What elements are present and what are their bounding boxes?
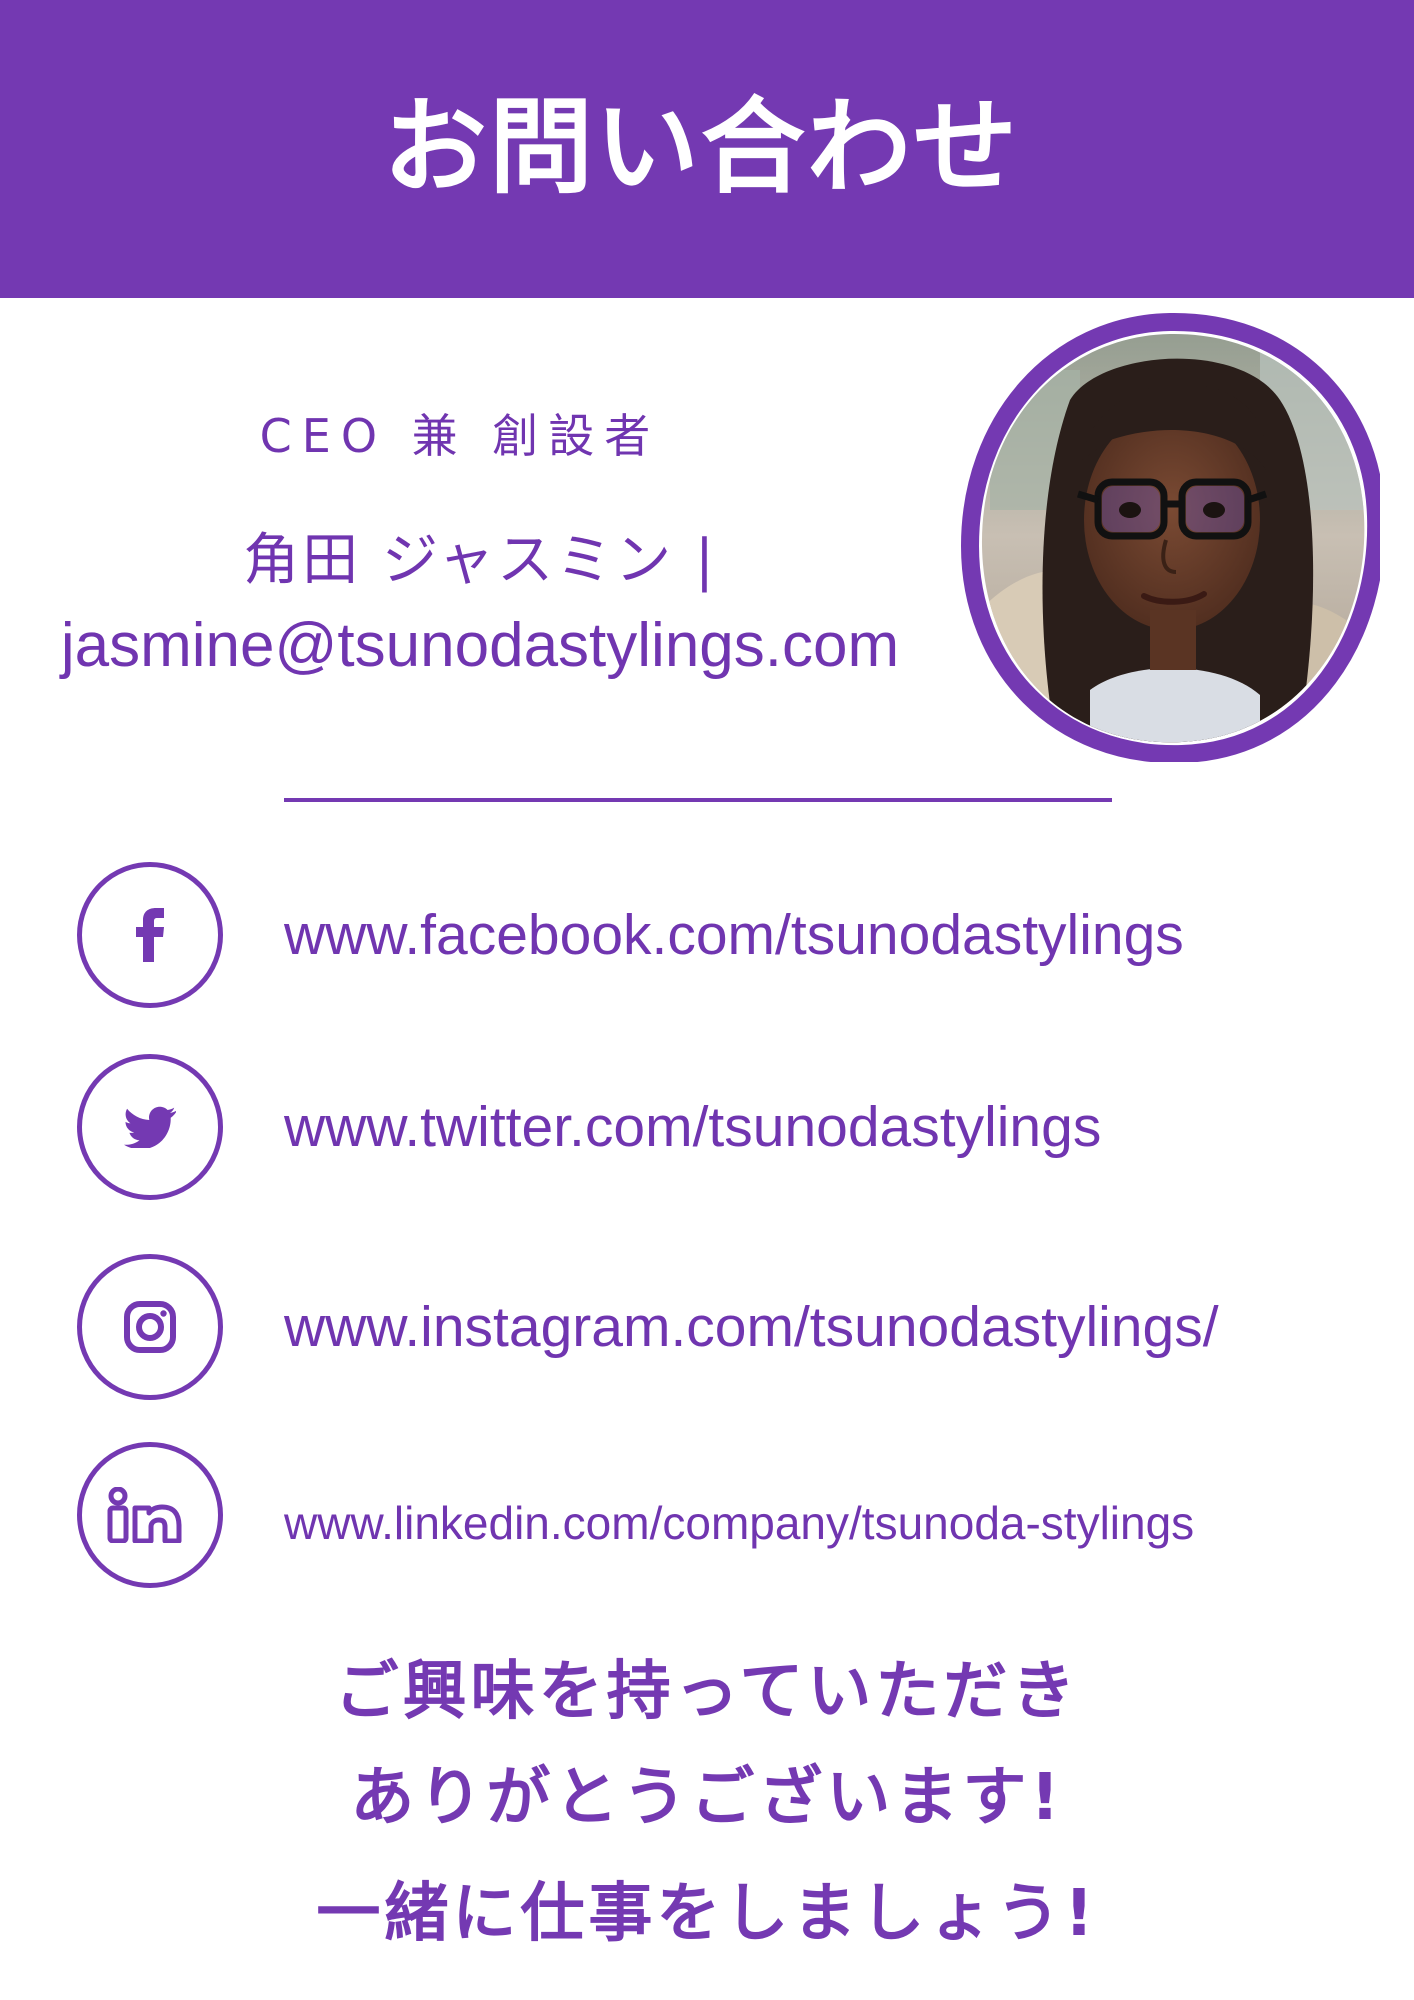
email-link[interactable]: jasmine@tsunodastylings.com (40, 610, 920, 681)
closing-line-1: ご興味を持っていただき (334, 1655, 1080, 1729)
twitter-link[interactable]: www.twitter.com/tsunodastylings (284, 1094, 1101, 1160)
twitter-icon (124, 1106, 176, 1148)
linkedin-icon (107, 1487, 182, 1543)
header-band: お問い合わせ (0, 0, 1414, 298)
page-title: お問い合わせ (382, 85, 1019, 208)
portrait-photo (960, 312, 1386, 764)
twitter-icon-ring[interactable] (77, 1054, 223, 1200)
closing-line-3: 一緒に仕事をしましょう! (316, 1877, 1098, 1951)
instagram-link[interactable]: www.instagram.com/tsunodastylings/ (284, 1294, 1219, 1360)
linkedin-link[interactable]: www.linkedin.com/company/tsunoda-styling… (284, 1496, 1194, 1550)
facebook-link[interactable]: www.facebook.com/tsunodastylings (284, 902, 1184, 968)
person-name: 角田 ジャスミン | (243, 528, 717, 593)
closing-line-2: ありがとうございます! (350, 1761, 1064, 1835)
profile-photo (960, 310, 1386, 764)
facebook-icon-ring[interactable] (77, 862, 223, 1008)
section-divider (284, 798, 1112, 802)
facebook-icon (136, 908, 164, 962)
linkedin-icon-ring[interactable] (77, 1442, 223, 1588)
job-title: CEO 兼 創設者 (259, 409, 661, 463)
instagram-icon-ring[interactable] (77, 1254, 223, 1400)
instagram-icon (124, 1301, 176, 1353)
